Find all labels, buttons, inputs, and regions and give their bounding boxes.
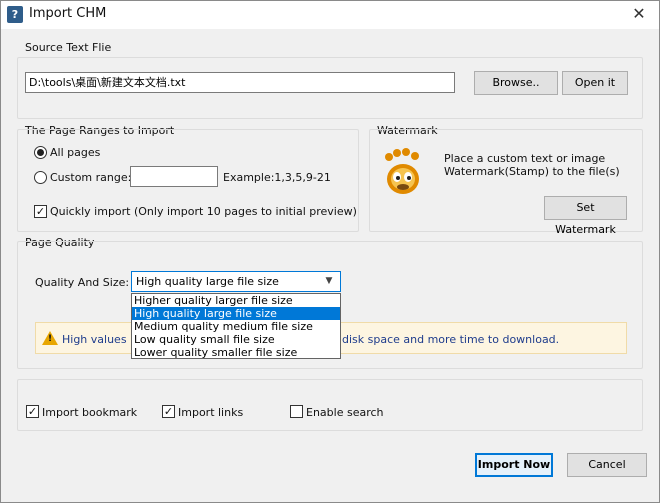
all-pages-radio[interactable] xyxy=(34,146,47,159)
import-chm-dialog: ? Import CHM ✕ Source Text Flie D:\tools… xyxy=(0,0,660,503)
quality-option-low[interactable]: Low quality small file size xyxy=(132,333,340,346)
quick-import-label[interactable]: Quickly import (Only import 10 pages to … xyxy=(50,205,357,218)
gimp-mascot-icon xyxy=(385,148,419,194)
import-links-checkbox[interactable]: ✓ xyxy=(162,405,175,418)
quality-option-medium[interactable]: Medium quality medium file size xyxy=(132,320,340,333)
source-path-input[interactable]: D:\tools\桌面\新建文本文档.txt xyxy=(25,72,455,93)
window-title: Import CHM xyxy=(29,6,107,21)
chevron-down-icon[interactable]: ▼ xyxy=(322,272,336,291)
quality-select[interactable]: High quality large file size ▼ xyxy=(131,271,341,292)
title-bar: ? Import CHM ✕ xyxy=(1,1,659,29)
close-icon[interactable]: ✕ xyxy=(627,3,651,25)
browse-button[interactable]: Browse.. xyxy=(474,71,558,95)
source-legend: Source Text Flie xyxy=(25,41,112,54)
quality-option-high[interactable]: High quality large file size xyxy=(132,307,340,320)
quality-dropdown-list: Higher quality larger file size High qua… xyxy=(131,293,341,359)
quality-size-label: Quality And Size: xyxy=(35,276,130,289)
quality-option-higher[interactable]: Higher quality larger file size xyxy=(132,294,340,307)
set-watermark-button[interactable]: Set Watermark xyxy=(544,196,627,236)
example-label: Example:1,3,5,9-21 xyxy=(223,171,331,184)
import-links-label[interactable]: Import links xyxy=(178,406,243,419)
quality-option-lower[interactable]: Lower quality smaller file size xyxy=(132,346,340,359)
app-icon: ? xyxy=(7,6,23,23)
quality-selected-value: High quality large file size xyxy=(136,275,279,288)
enable-search-label[interactable]: Enable search xyxy=(306,406,384,419)
custom-range-input[interactable] xyxy=(130,166,218,187)
watermark-desc-line2: Watermark(Stamp) to the file(s) xyxy=(444,165,620,178)
import-bookmark-checkbox[interactable]: ✓ xyxy=(26,405,39,418)
options-panel xyxy=(17,379,643,431)
custom-range-label[interactable]: Custom range: xyxy=(50,171,131,184)
quick-import-checkbox[interactable]: ✓ xyxy=(34,205,47,218)
import-now-button[interactable]: Import Now xyxy=(475,453,553,477)
all-pages-label[interactable]: All pages xyxy=(50,146,100,159)
custom-range-radio[interactable] xyxy=(34,171,47,184)
open-it-button[interactable]: Open it xyxy=(562,71,628,95)
warning-icon: ! xyxy=(42,331,58,345)
import-bookmark-label[interactable]: Import bookmark xyxy=(42,406,137,419)
watermark-desc-line1: Place a custom text or image xyxy=(444,152,606,165)
cancel-button[interactable]: Cancel xyxy=(567,453,647,477)
warning-text-left: High values pr xyxy=(62,333,142,346)
warning-text-right: disk space and more time to download. xyxy=(342,333,560,346)
enable-search-checkbox[interactable] xyxy=(290,405,303,418)
